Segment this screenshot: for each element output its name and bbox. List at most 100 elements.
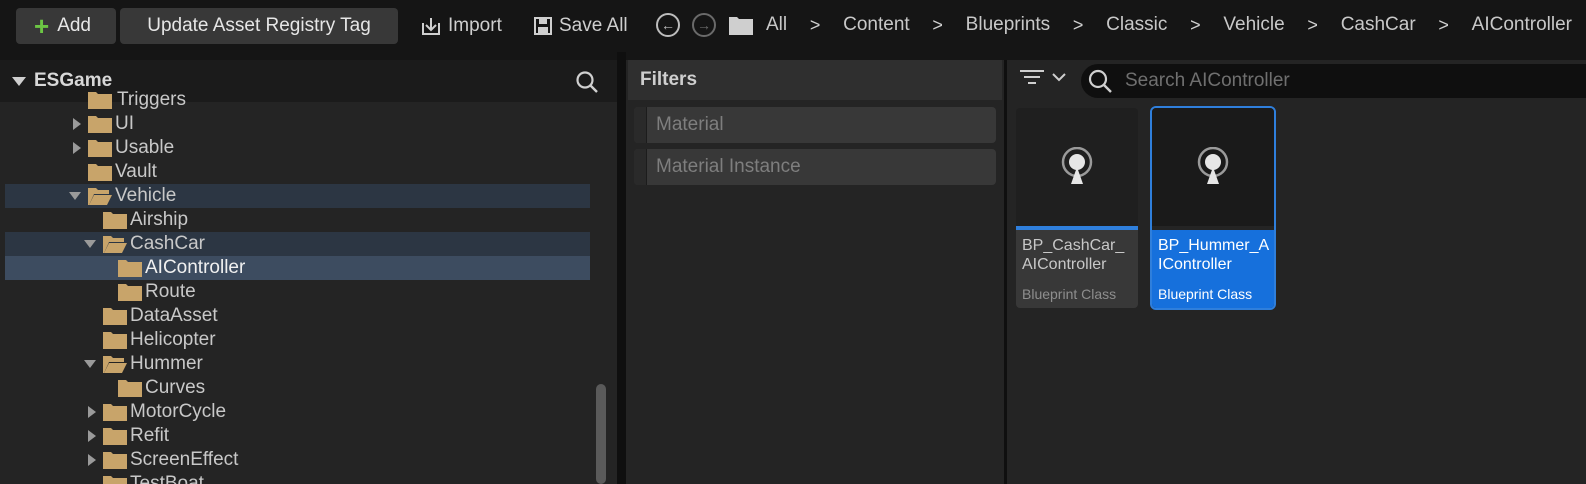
breadcrumb-all[interactable]: All: [766, 14, 787, 36]
folder-icon: [103, 452, 127, 469]
asset-name: BP_Hummer_AIController: [1158, 237, 1270, 273]
open-folder-icon: [103, 236, 127, 253]
expand-arrow-icon[interactable]: [88, 406, 96, 418]
tree-scrollbar[interactable]: [596, 384, 606, 484]
tree-item-label: Hummer: [130, 353, 203, 374]
import-button[interactable]: Import: [420, 8, 502, 44]
search-icon: [1088, 69, 1112, 93]
tree-item-triggers[interactable]: Triggers: [5, 88, 590, 112]
tree-item-label: Airship: [130, 209, 189, 230]
breadcrumb-separator[interactable]: >: [910, 15, 966, 36]
folder-icon: [118, 260, 142, 277]
folder-tree: Triggers UI Usable Vault Vehicle Airship…: [0, 89, 617, 484]
tree-item-label: CashCar: [130, 233, 205, 254]
tree-item-refit[interactable]: Refit: [5, 424, 590, 448]
search-input[interactable]: Search AIController: [1081, 64, 1586, 98]
asset-tile[interactable]: BP_CashCar_AIController Blueprint Class: [1016, 108, 1138, 308]
breadcrumb-aicontroller[interactable]: AIController: [1472, 14, 1572, 36]
breadcrumb-classic[interactable]: Classic: [1106, 14, 1167, 36]
collapse-arrow-icon[interactable]: [84, 240, 96, 248]
tree-item-hummer[interactable]: Hummer: [5, 352, 590, 376]
filter-label: Material Instance: [656, 156, 801, 177]
back-arrow-icon[interactable]: ←: [656, 13, 680, 37]
breadcrumb-vehicle[interactable]: Vehicle: [1223, 14, 1284, 36]
tree-item-testboat[interactable]: TestBoat: [5, 472, 590, 484]
toolbar: + Add Update Asset Registry Tag Import S…: [0, 0, 1586, 52]
tree-item-label: Vehicle: [115, 185, 177, 206]
expand-arrow-icon[interactable]: [88, 454, 96, 466]
filters-panel: Filters Material Material Instance: [626, 60, 1004, 484]
breadcrumb-blueprints[interactable]: Blueprints: [966, 14, 1051, 36]
tree-item-label: TestBoat: [130, 473, 204, 484]
tree-item-curves[interactable]: Curves: [5, 376, 590, 400]
asset-tile[interactable]: BP_Hummer_AIController Blueprint Class: [1150, 106, 1276, 310]
tree-item-label: Refit: [130, 425, 170, 446]
expand-arrow-icon[interactable]: [73, 142, 81, 154]
tree-item-vehicle[interactable]: Vehicle: [5, 184, 590, 208]
collapse-triangle-icon[interactable]: [12, 76, 26, 86]
plus-icon: +: [34, 11, 50, 41]
filter-material[interactable]: Material: [634, 107, 996, 143]
tree-item-label: MotorCycle: [130, 401, 227, 422]
breadcrumb-content[interactable]: Content: [843, 14, 910, 36]
breadcrumb-cashcar[interactable]: CashCar: [1341, 14, 1416, 36]
tree-item-ui[interactable]: UI: [5, 112, 590, 136]
tree-item-aicontroller[interactable]: AIController: [5, 256, 590, 280]
update-asset-registry-tag-button[interactable]: Update Asset Registry Tag: [120, 8, 398, 44]
folder-icon: [118, 380, 142, 397]
tree-item-vault[interactable]: Vault: [5, 160, 590, 184]
folder-icon: [103, 308, 127, 325]
panel-splitter[interactable]: [617, 52, 626, 484]
breadcrumb-separator[interactable]: >: [1416, 15, 1472, 36]
folder-tree-panel: ESGame Triggers UI Usable Vault Vehicle …: [0, 60, 617, 484]
tree-item-dataasset[interactable]: DataAsset: [5, 304, 590, 328]
tree-item-cashcar[interactable]: CashCar: [5, 232, 590, 256]
tree-item-label: Vault: [115, 161, 157, 182]
ai-controller-icon: [1061, 147, 1093, 184]
filter-material-instance[interactable]: Material Instance: [634, 149, 996, 185]
collapse-arrow-icon[interactable]: [84, 360, 96, 368]
open-folder-icon: [103, 356, 127, 373]
breadcrumb-separator[interactable]: >: [1167, 15, 1223, 36]
tree-item-screeneffect[interactable]: ScreenEffect: [5, 448, 590, 472]
filters-title: Filters: [628, 60, 1002, 100]
tree-item-airship[interactable]: Airship: [5, 208, 590, 232]
collapse-arrow-icon[interactable]: [69, 192, 81, 200]
tree-item-usable[interactable]: Usable: [5, 136, 590, 160]
add-button[interactable]: + Add: [16, 8, 116, 44]
save-all-button[interactable]: Save All: [533, 8, 628, 44]
tree-item-helicopter[interactable]: Helicopter: [5, 328, 590, 352]
forward-arrow-icon[interactable]: →: [692, 13, 716, 37]
tree-item-label: Usable: [115, 137, 175, 158]
folder-icon[interactable]: [728, 14, 754, 36]
asset-view: Search AIController BP_CashCar_AIControl…: [1007, 60, 1586, 484]
filter-dropdown[interactable]: [1019, 68, 1067, 86]
save-icon: [534, 17, 552, 35]
breadcrumb-separator[interactable]: >: [1050, 15, 1106, 36]
tree-item-motorcycle[interactable]: MotorCycle: [5, 400, 590, 424]
asset-type: Blueprint Class: [1022, 286, 1117, 302]
asset-info: BP_CashCar_AIController Blueprint Class: [1016, 230, 1138, 308]
folder-icon: [103, 476, 127, 484]
expand-arrow-icon[interactable]: [88, 430, 96, 442]
tree-item-route[interactable]: Route: [5, 280, 590, 304]
chevron-down-icon: [1052, 73, 1066, 82]
asset-name: BP_CashCar_AIController: [1022, 237, 1125, 273]
add-button-label: Add: [57, 15, 91, 36]
folder-icon: [118, 284, 142, 301]
asset-type: Blueprint Class: [1158, 286, 1253, 302]
expand-arrow-icon[interactable]: [73, 118, 81, 130]
folder-icon: [103, 332, 127, 349]
breadcrumb: All > Content > Blueprints > Classic > V…: [766, 12, 1572, 38]
folder-icon: [103, 428, 127, 445]
open-folder-icon: [88, 188, 112, 205]
tree-item-label: DataAsset: [130, 305, 218, 326]
tree-item-label: Route: [145, 281, 196, 302]
asset-thumbnail: [1016, 108, 1138, 226]
tree-item-label: AIController: [145, 257, 246, 278]
breadcrumb-separator[interactable]: >: [1285, 15, 1341, 36]
folder-icon: [103, 212, 127, 229]
breadcrumb-separator[interactable]: >: [787, 15, 843, 36]
update-asset-registry-tag-label: Update Asset Registry Tag: [147, 15, 371, 36]
asset-thumbnail: [1152, 108, 1274, 226]
